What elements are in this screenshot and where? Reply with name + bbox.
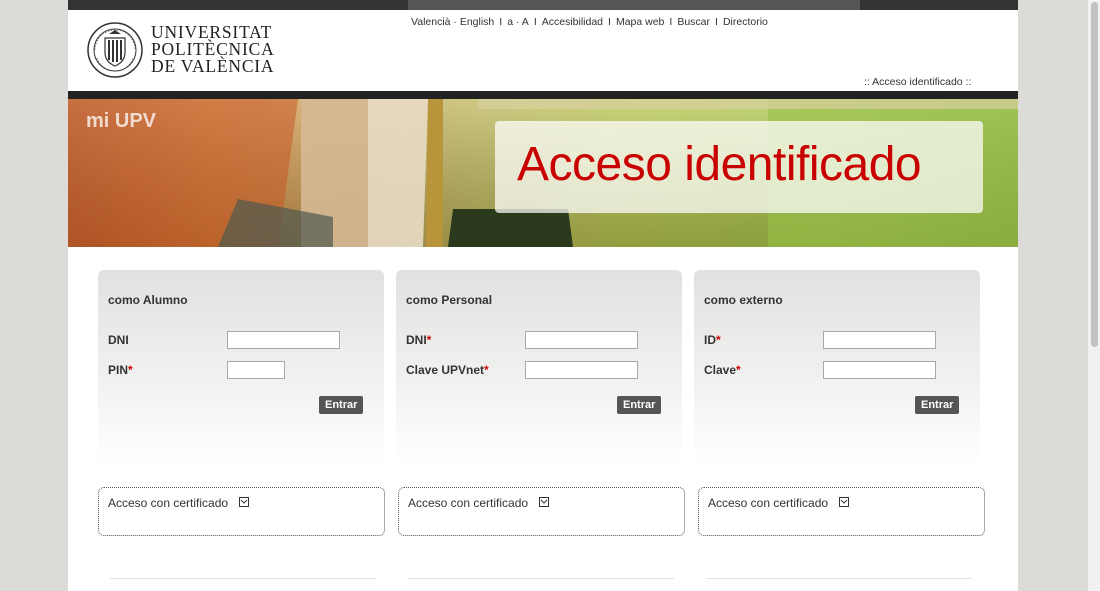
banner-title-box: Acceso identificado — [495, 121, 983, 213]
link-font-size[interactable]: a · A — [507, 16, 529, 28]
page-scrollbar[interactable] — [1087, 0, 1100, 591]
link-sitemap[interactable]: Mapa web — [616, 16, 664, 28]
divider — [408, 578, 674, 579]
link-separator: I — [669, 16, 673, 28]
logo-line-3: DE VALÈNCIA — [151, 56, 275, 76]
panel-personal: como Personal DNI* Clave UPVnet* Entrar — [396, 270, 682, 465]
external-link-icon[interactable] — [539, 497, 549, 507]
page-title: Acceso identificado — [517, 138, 922, 191]
alumno-entrar-button[interactable]: Entrar — [319, 396, 364, 414]
personal-entrar-button[interactable]: Entrar — [617, 396, 662, 414]
cert-link-alumno[interactable]: Acceso con certificado — [108, 496, 228, 510]
logo-wordmark: UNIVERSITAT POLITÈCNICA DE VALÈNCIA — [151, 23, 275, 76]
pin-label: PIN* — [108, 363, 133, 377]
alumno-dni-input[interactable] — [227, 331, 340, 349]
hero-banner: mi UPV Acceso identificado — [68, 99, 1018, 247]
externo-entrar-button[interactable]: Entrar — [915, 396, 960, 414]
link-accessibility[interactable]: Accesibilidad — [542, 16, 603, 28]
scrollbar-thumb[interactable] — [1091, 2, 1098, 347]
link-separator: I — [499, 16, 503, 28]
cert-box-alumno: Acceso con certificado — [98, 487, 385, 536]
external-link-icon[interactable] — [239, 497, 249, 507]
cert-link-personal[interactable]: Acceso con certificado — [408, 496, 528, 510]
link-separator: I — [608, 16, 611, 28]
panel-externo: como externo ID* Clave* Entrar — [694, 270, 980, 465]
dni-label: DNI* — [406, 333, 432, 347]
link-language[interactable]: Valencià · English — [411, 16, 494, 28]
divider — [706, 578, 972, 579]
banner-top-bar — [68, 91, 1018, 99]
upv-logo[interactable]: UNIVERSITAT POLITÈCNICA DE VALÈNCIA — [87, 22, 277, 80]
personal-clave-input[interactable] — [525, 361, 638, 379]
link-separator: I — [533, 16, 537, 28]
top-bar-middle — [408, 0, 860, 10]
cert-link-externo[interactable]: Acceso con certificado — [708, 496, 828, 510]
panel-title-externo: como externo — [704, 293, 783, 307]
clave-label: Clave* — [704, 363, 741, 377]
alumno-pin-input[interactable] — [227, 361, 285, 379]
externo-id-input[interactable] — [823, 331, 936, 349]
panel-title-personal: como Personal — [406, 293, 493, 307]
panel-alumno: como Alumno DNI PIN* Entrar — [98, 270, 384, 465]
page: UNIVERSITAT POLITÈCNICA DE VALÈNCIA Vale… — [68, 0, 1018, 591]
external-link-icon[interactable] — [839, 497, 849, 507]
link-search[interactable]: Buscar — [677, 16, 710, 28]
personal-dni-input[interactable] — [525, 331, 638, 349]
externo-clave-input[interactable] — [823, 361, 936, 379]
clave-upvnet-label: Clave UPVnet* — [406, 363, 489, 377]
banner-label: mi UPV — [86, 110, 157, 132]
panel-title-alumno: como Alumno — [108, 293, 188, 307]
cert-box-personal: Acceso con certificado — [398, 487, 685, 536]
divider — [110, 578, 376, 579]
cert-box-externo: Acceso con certificado — [698, 487, 985, 536]
upv-seal-icon — [87, 22, 143, 78]
link-directory[interactable]: Directorio — [723, 16, 768, 28]
top-links: Valencià · English Ia · A I Accesibilidad I M… — [411, 16, 768, 28]
breadcrumb: :: Acceso identificado :: — [864, 76, 972, 88]
dni-label: DNI — [108, 333, 129, 347]
id-label: ID* — [704, 333, 721, 347]
link-separator: I — [715, 16, 718, 28]
top-bar — [68, 0, 1018, 10]
